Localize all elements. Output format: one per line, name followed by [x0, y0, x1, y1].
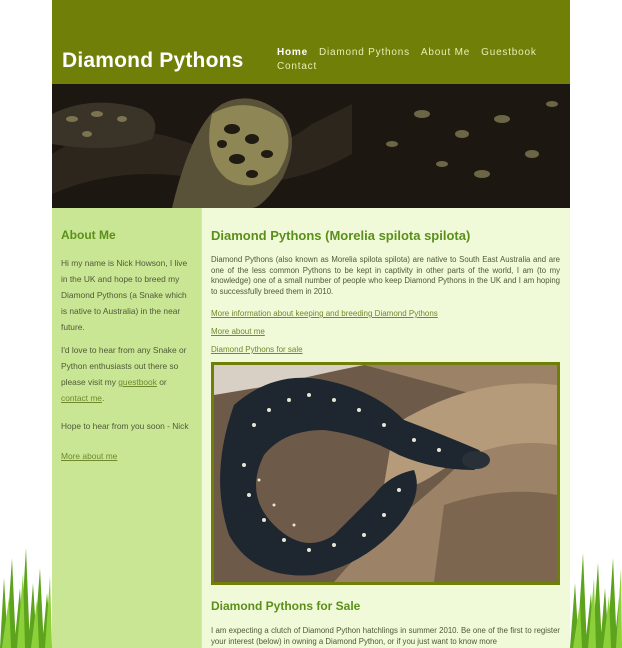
main-content: Diamond Pythons (Morelia spilota spilota…: [201, 208, 570, 648]
python-photo: [211, 362, 560, 585]
pythons-for-sale-link[interactable]: Diamond Pythons for sale: [211, 345, 560, 354]
sale-text: I am expecting a clutch of Diamond Pytho…: [211, 626, 560, 646]
sidebar-contact-text: I'd love to hear from any Snake or Pytho…: [61, 342, 192, 406]
nav-contact[interactable]: Contact: [277, 61, 317, 72]
sidebar-signoff-text: Hope to hear from you soon - Nick: [61, 421, 189, 431]
main-intro-text: Diamond Pythons (also known as Morelia s…: [211, 255, 560, 296]
nav-about-me[interactable]: About Me: [421, 47, 470, 58]
contact-me-link[interactable]: contact me: [61, 393, 102, 403]
guestbook-link[interactable]: guestbook: [118, 377, 157, 387]
sidebar-more-link-wrap: More about me: [61, 448, 192, 464]
sidebar-intro-text: Hi my name is Nick Howson, I live in the…: [61, 258, 188, 332]
more-about-me-link[interactable]: More about me: [61, 451, 117, 461]
more-about-me-main-link[interactable]: More about me: [211, 327, 560, 336]
sidebar-text-segment: or: [156, 377, 167, 387]
more-information-link[interactable]: More information about keeping and breed…: [211, 309, 560, 318]
main-heading: Diamond Pythons (Morelia spilota spilota…: [211, 228, 471, 243]
sidebar-heading: About Me: [61, 228, 116, 242]
nav-guestbook[interactable]: Guestbook: [481, 47, 537, 58]
page-container: Diamond Pythons Home Diamond Pythons About…: [52, 0, 570, 648]
grass-decoration-right: [570, 538, 622, 648]
banner-python-image: [52, 84, 570, 208]
site-title[interactable]: Diamond Pythons: [62, 49, 244, 73]
nav-home[interactable]: Home: [277, 47, 308, 58]
grass-decoration-left: [0, 538, 52, 648]
sidebar-about: About Me Hi my name is Nick Howson, I li…: [52, 208, 201, 648]
site-header: Diamond Pythons Home Diamond Pythons About…: [52, 0, 570, 84]
sale-heading: Diamond Pythons for Sale: [211, 599, 361, 613]
nav-diamond-pythons[interactable]: Diamond Pythons: [319, 47, 410, 58]
sidebar-text-segment: .: [101, 393, 105, 403]
main-nav: Home Diamond Pythons About Me Guestbook Cont…: [277, 46, 567, 74]
